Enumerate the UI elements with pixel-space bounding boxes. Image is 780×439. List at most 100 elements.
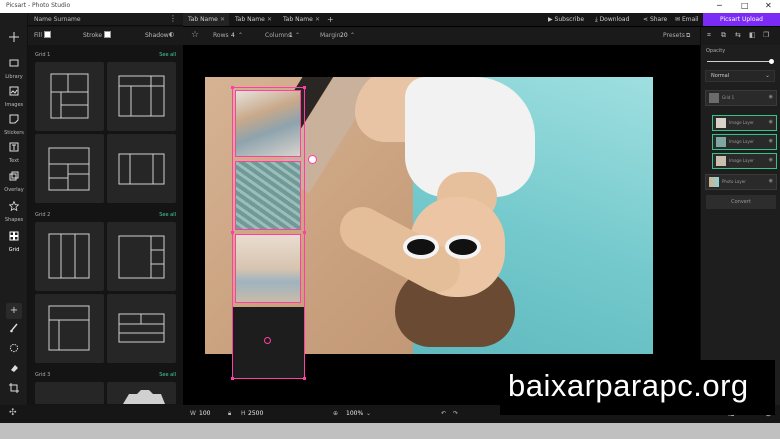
layer-item[interactable]: Image Layer ◉ (712, 115, 777, 131)
sidebar-item-stickers[interactable]: Stickers (0, 109, 28, 139)
text-icon (9, 142, 19, 152)
see-all-link[interactable]: See all (159, 372, 176, 378)
grid-template[interactable] (107, 134, 176, 203)
anchor-handle-icon[interactable] (264, 337, 271, 344)
opacity-slider[interactable] (707, 61, 773, 62)
opacity-slider-thumb[interactable] (769, 59, 774, 64)
lock-icon[interactable]: 🔒︎ (228, 410, 231, 418)
sidebar-item-overlay[interactable]: Overlay (0, 166, 28, 196)
layers-panel: ⌗ ⧉ ⇆ ◧ ❐ Opacity Normal ⌄ Grid 1 ◉ Imag… (700, 27, 780, 405)
layer-item[interactable]: Photo Layer ◉ (705, 174, 777, 190)
resize-handle[interactable] (303, 377, 306, 380)
sidebar-item-images[interactable]: Images (0, 81, 28, 111)
rows-input[interactable]: 4 (231, 32, 235, 39)
canvas-area[interactable] (183, 45, 700, 405)
lasso-icon[interactable] (6, 343, 22, 359)
zoom-in-icon[interactable]: ⊕ (333, 410, 338, 417)
grid-template[interactable] (107, 294, 176, 363)
grid-template[interactable] (107, 382, 176, 404)
tab[interactable]: Tab Name ✕ (183, 13, 229, 26)
brush-icon[interactable] (6, 323, 22, 339)
tab[interactable]: Tab Name ✕ (278, 13, 324, 26)
subscribe-button[interactable]: ▶ Subscribe (548, 16, 584, 23)
upload-button[interactable]: Picsart Upload (703, 13, 780, 26)
resize-handle[interactable] (231, 231, 234, 234)
height-label: H (241, 410, 246, 417)
sidebar-item-library[interactable]: Library (0, 53, 28, 83)
eye-icon[interactable]: ◉ (769, 138, 773, 144)
sunglasses-left (403, 235, 439, 259)
fill-swatch[interactable] (44, 31, 51, 38)
crop-icon[interactable] (6, 383, 22, 399)
minimize-button[interactable]: ─ (717, 1, 722, 11)
sidebar-item-text[interactable]: Text (0, 137, 28, 167)
columns-input[interactable]: 1 (289, 32, 293, 39)
grid-template[interactable] (107, 62, 176, 131)
redo-icon[interactable]: ↷ (453, 410, 458, 417)
eye-icon[interactable]: ◉ (769, 119, 773, 125)
see-all-link[interactable]: See all (159, 52, 176, 58)
shadow-toggle-icon[interactable]: ◐ (169, 31, 174, 38)
close-button[interactable]: ✕ (765, 1, 772, 11)
undo-icon[interactable]: ↶ (441, 410, 446, 417)
flip-icon[interactable]: ⇆ (735, 31, 741, 39)
eye-icon[interactable]: ◉ (769, 157, 773, 163)
settings-icon[interactable]: ✣ (9, 408, 17, 418)
chevron-down-icon[interactable]: ⌄ (366, 410, 371, 417)
eraser-icon[interactable] (6, 363, 22, 379)
blend-mode-select[interactable]: Normal ⌄ (705, 70, 775, 82)
grid-cell-shell[interactable] (235, 90, 301, 157)
rows-stepper-icon[interactable]: ⌃ (238, 32, 243, 39)
email-button[interactable]: ✉ Email (675, 16, 699, 23)
tab[interactable]: Tab Name ✕ (230, 13, 276, 26)
presets-label[interactable]: Presets (663, 32, 685, 39)
layer-item[interactable]: Grid 1 ◉ (705, 90, 777, 106)
layer-item[interactable]: Image Layer ◉ (712, 134, 777, 150)
convert-button[interactable]: Convert (706, 195, 776, 209)
duplicate-icon[interactable]: ❐ (763, 31, 769, 39)
tab-label: Tab Name (283, 16, 313, 23)
add-tab-icon[interactable]: + (327, 15, 334, 24)
resize-handle[interactable] (303, 231, 306, 234)
resize-handle[interactable] (231, 86, 234, 89)
layer-item[interactable]: Image Layer ◉ (712, 153, 777, 169)
rotate-handle-icon[interactable] (308, 155, 317, 164)
grid-template[interactable] (35, 134, 104, 203)
resize-handle[interactable] (303, 86, 306, 89)
star-icon[interactable]: ☆ (191, 30, 199, 40)
grid-cell-leaf[interactable] (235, 161, 301, 230)
grid-template[interactable] (35, 222, 104, 291)
grid-template[interactable] (35, 294, 104, 363)
zoom-level[interactable]: 100% (346, 410, 363, 417)
close-tab-icon[interactable]: ✕ (267, 16, 272, 23)
download-button[interactable]: ⤓ Download (595, 16, 629, 24)
width-input[interactable]: 100 (199, 410, 210, 417)
sidebar-item-label: Library (5, 74, 23, 80)
stroke-swatch[interactable] (104, 31, 111, 38)
sidebar-item-shapes[interactable]: Shapes (0, 196, 28, 226)
presets-icon[interactable]: ⧉ (686, 32, 690, 40)
see-all-link[interactable]: See all (159, 212, 176, 218)
grid-template[interactable] (35, 62, 104, 131)
resize-handle[interactable] (231, 377, 234, 380)
close-tab-icon[interactable]: ✕ (315, 16, 320, 23)
copy-icon[interactable]: ⧉ (721, 31, 726, 40)
margin-input[interactable]: 20 (340, 32, 348, 39)
eye-icon[interactable]: ◉ (769, 94, 773, 100)
height-input[interactable]: 2500 (248, 410, 263, 417)
eye-icon[interactable]: ◉ (769, 178, 773, 184)
grid-cell-beach[interactable] (235, 234, 301, 303)
sidebar-item-grid[interactable]: Grid (0, 226, 28, 256)
maximize-button[interactable]: □ (741, 1, 749, 11)
grid-template[interactable] (35, 382, 104, 404)
grid-template[interactable] (107, 222, 176, 291)
close-tab-icon[interactable]: ✕ (220, 16, 225, 23)
columns-stepper-icon[interactable]: ⌃ (295, 32, 300, 39)
plus-icon[interactable]: + (6, 303, 22, 319)
more-icon[interactable]: ⋮ (169, 14, 177, 23)
user-name[interactable]: Name Surname (34, 16, 81, 23)
crop-icon[interactable]: ⌗ (707, 31, 711, 40)
adjust-icon[interactable]: ◧ (749, 31, 756, 39)
share-button[interactable]: ⋖ Share (643, 16, 667, 23)
margin-stepper-icon[interactable]: ⌃ (350, 32, 355, 39)
